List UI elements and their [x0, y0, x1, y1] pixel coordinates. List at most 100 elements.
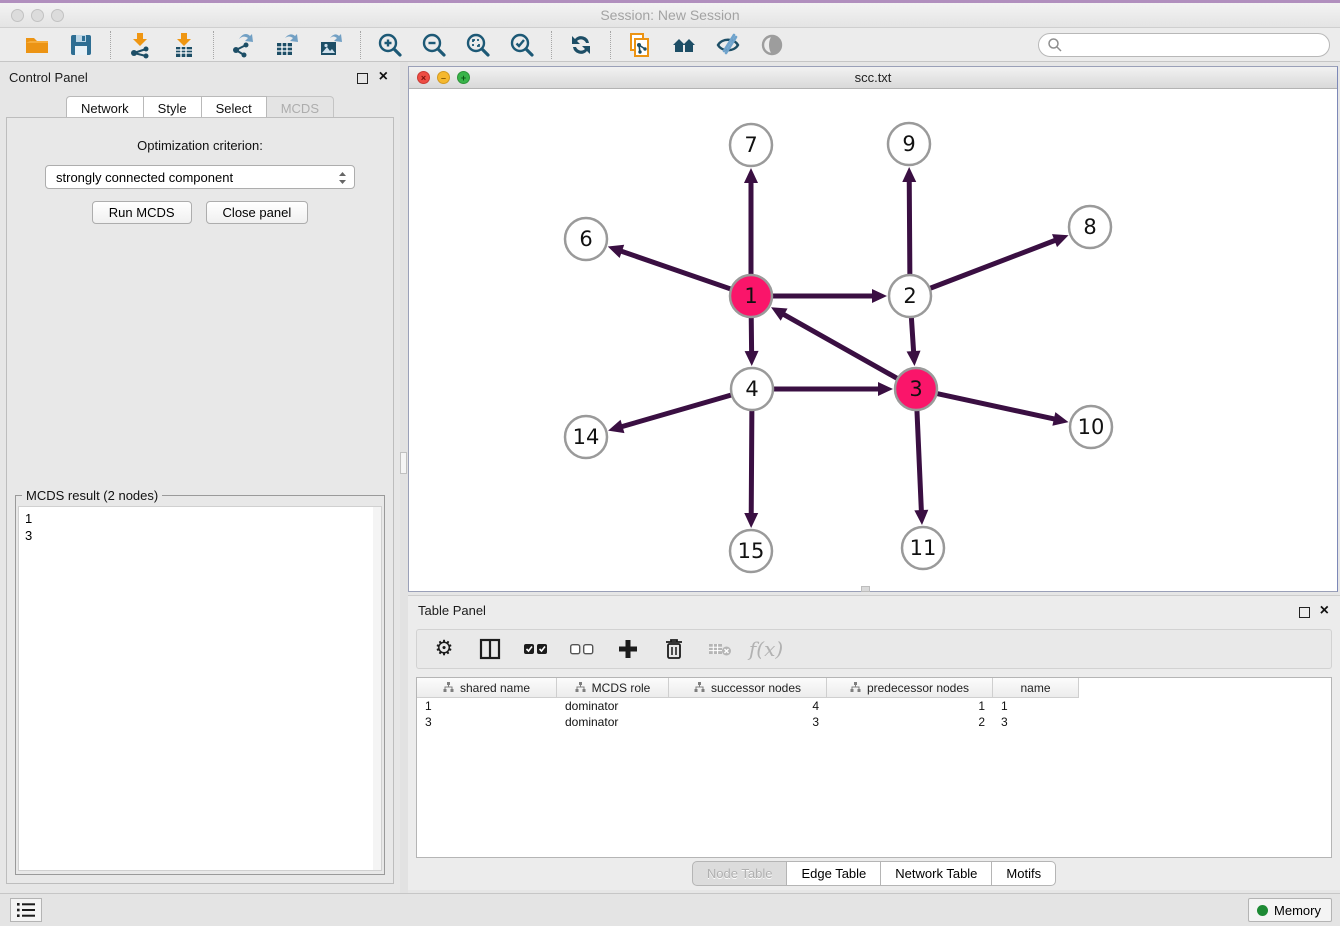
column-type-icon	[694, 682, 705, 693]
function-builder-icon[interactable]: f(x)	[753, 636, 779, 662]
import-network-icon[interactable]	[125, 30, 155, 60]
column-header-successor-nodes[interactable]: successor nodes	[669, 678, 827, 698]
application-window: Session: New Session	[0, 0, 1340, 926]
table-tabs: Node Table Edge Table Network Table Moti…	[408, 861, 1340, 886]
table-cell[interactable]: 2	[827, 714, 993, 730]
table-cell[interactable]: 3	[993, 714, 1079, 730]
memory-button[interactable]: Memory	[1248, 898, 1332, 922]
splitter-grip[interactable]	[400, 452, 407, 474]
tab-motifs[interactable]: Motifs	[992, 861, 1056, 886]
network-splitter-grip[interactable]	[861, 586, 870, 592]
zoom-in-icon[interactable]	[375, 30, 405, 60]
home-layout-icon[interactable]	[669, 30, 699, 60]
mcds-result-text[interactable]: 1 3	[18, 506, 382, 871]
import-table-icon[interactable]	[169, 30, 199, 60]
search-icon	[1047, 37, 1063, 53]
table-cell[interactable]: dominator	[557, 698, 669, 714]
column-type-icon	[850, 682, 861, 693]
mcds-panel-body: Optimization criterion: strongly connect…	[6, 117, 394, 884]
graph-node-label: 4	[745, 377, 758, 401]
hide-preview-icon[interactable]	[757, 30, 787, 60]
table-cell[interactable]: 1	[993, 698, 1079, 714]
table-close-panel-icon[interactable]: ×	[1320, 602, 1329, 620]
edge-4-14[interactable]	[621, 395, 731, 427]
table-cell[interactable]: 1	[417, 698, 557, 714]
tab-node-table[interactable]: Node Table	[692, 861, 788, 886]
table-row[interactable]: 3dominator323	[417, 714, 1331, 730]
edge-arrowhead	[745, 351, 759, 366]
optimization-criterion-label: Optimization criterion:	[7, 138, 393, 153]
clear-checkboxes-icon[interactable]	[569, 636, 595, 662]
select-all-checkboxes-icon[interactable]	[523, 636, 549, 662]
graph-node-label: 1	[744, 284, 757, 308]
table-cell[interactable]: 3	[417, 714, 557, 730]
visual-styles-icon[interactable]	[713, 30, 743, 60]
export-network-icon[interactable]	[228, 30, 258, 60]
export-image-icon[interactable]	[316, 30, 346, 60]
graph-node-label: 3	[909, 377, 922, 401]
network-canvas[interactable]: 7968124314101511	[409, 89, 1337, 591]
edge-arrowhead	[914, 510, 928, 525]
network-window-titlebar: × – + scc.txt	[409, 67, 1337, 89]
export-table-icon[interactable]	[272, 30, 302, 60]
column-header-shared-name[interactable]: shared name	[417, 678, 557, 698]
control-panel: Control Panel × Network Style Select MCD…	[0, 62, 400, 893]
panel-splitter[interactable]	[400, 62, 408, 893]
zoom-fit-icon[interactable]	[463, 30, 493, 60]
refresh-icon[interactable]	[566, 30, 596, 60]
result-scrollbar[interactable]	[373, 507, 381, 870]
edge-3-11[interactable]	[917, 411, 921, 512]
list-icon	[16, 902, 36, 918]
column-type-icon	[443, 682, 454, 693]
criterion-select[interactable]: strongly connected component	[45, 165, 355, 189]
edge-arrowhead	[608, 245, 624, 258]
edge-arrowhead	[878, 382, 893, 396]
edge-3-10[interactable]	[937, 394, 1055, 420]
memory-label: Memory	[1274, 903, 1321, 918]
zoom-out-icon[interactable]	[419, 30, 449, 60]
save-session-icon[interactable]	[66, 30, 96, 60]
edge-3-1[interactable]	[782, 314, 896, 379]
run-mcds-button[interactable]: Run MCDS	[92, 201, 192, 224]
table-settings-icon[interactable]: ⚙	[431, 636, 457, 662]
zoom-selected-icon[interactable]	[507, 30, 537, 60]
graph-node-label: 9	[902, 132, 915, 156]
column-header-name[interactable]: name	[993, 678, 1079, 698]
tab-edge-table[interactable]: Edge Table	[787, 861, 881, 886]
memory-status-icon	[1257, 905, 1268, 916]
edge-arrowhead	[872, 289, 887, 303]
edge-2-8[interactable]	[931, 240, 1057, 288]
table-cell[interactable]: 4	[669, 698, 827, 714]
table-cell[interactable]: 3	[669, 714, 827, 730]
table-row[interactable]: 1dominator411	[417, 698, 1331, 714]
column-header-mcds-role[interactable]: MCDS role	[557, 678, 669, 698]
edge-1-6[interactable]	[620, 251, 730, 289]
edge-arrowhead	[608, 420, 624, 433]
column-label: predecessor nodes	[867, 681, 969, 695]
graph-node-label: 8	[1083, 215, 1096, 239]
search-input[interactable]	[1063, 35, 1329, 55]
edge-2-9[interactable]	[909, 180, 910, 274]
table-header-row: shared name MCDS role successor nodes pr…	[417, 678, 1331, 698]
table-cell[interactable]: 1	[827, 698, 993, 714]
close-panel-button[interactable]: Close panel	[206, 201, 309, 224]
column-label: successor nodes	[711, 681, 801, 695]
table-cell[interactable]: dominator	[557, 714, 669, 730]
open-session-icon[interactable]	[22, 30, 52, 60]
delete-table-icon[interactable]	[707, 636, 733, 662]
tab-network-table[interactable]: Network Table	[881, 861, 992, 886]
control-panel-header: Control Panel ×	[0, 66, 400, 90]
add-column-icon[interactable]	[615, 636, 641, 662]
edge-2-3[interactable]	[911, 318, 913, 353]
close-panel-icon[interactable]: ×	[379, 68, 388, 86]
clone-network-icon[interactable]	[625, 30, 655, 60]
task-history-button[interactable]	[10, 898, 42, 922]
column-header-predecessor-nodes[interactable]: predecessor nodes	[827, 678, 993, 698]
edge-4-15[interactable]	[751, 411, 752, 515]
float-panel-icon[interactable]	[357, 73, 368, 84]
table-float-panel-icon[interactable]	[1299, 607, 1310, 618]
delete-column-icon[interactable]	[661, 636, 687, 662]
table-panel: Table Panel × ⚙	[408, 595, 1340, 890]
column-layout-icon[interactable]	[477, 636, 503, 662]
graph-node-label: 15	[738, 539, 765, 563]
